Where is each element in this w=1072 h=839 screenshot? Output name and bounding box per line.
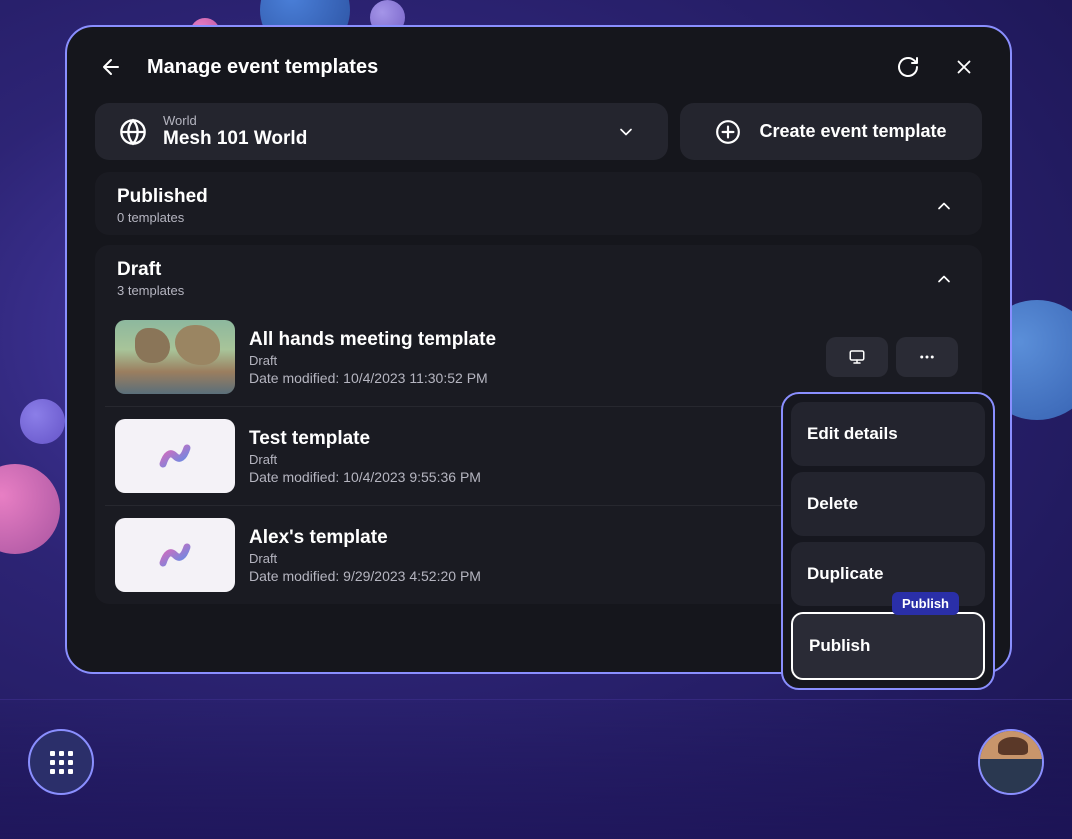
modal-header: Manage event templates xyxy=(95,51,982,103)
draft-title: Draft xyxy=(117,259,934,281)
monitor-icon xyxy=(848,348,866,366)
draft-section-header[interactable]: Draft 3 templates xyxy=(95,245,982,308)
context-menu: Edit details Delete Duplicate Publish Pu… xyxy=(781,392,995,690)
globe-icon xyxy=(117,116,149,148)
template-actions xyxy=(826,337,958,377)
close-button[interactable] xyxy=(950,53,978,81)
world-field-label: World xyxy=(163,113,616,128)
modal-title: Manage event templates xyxy=(147,56,894,79)
top-controls-row: World Mesh 101 World Create event templa… xyxy=(95,103,982,160)
plus-circle-icon xyxy=(715,119,741,145)
world-name: Mesh 101 World xyxy=(163,128,616,150)
published-count: 0 templates xyxy=(117,210,934,225)
bg-decoration xyxy=(20,399,65,444)
chevron-up-icon xyxy=(934,269,954,289)
template-thumbnail xyxy=(115,518,235,592)
manage-templates-modal: Manage event templates World Mesh 101 Wo… xyxy=(65,25,1012,674)
create-button-label: Create event template xyxy=(759,121,946,142)
published-section: Published 0 templates xyxy=(95,172,982,235)
template-thumbnail xyxy=(115,419,235,493)
section-text: Published 0 templates xyxy=(117,186,934,225)
menu-item-label: Publish xyxy=(809,636,870,655)
template-status: Draft xyxy=(249,353,826,368)
mesh-logo-icon xyxy=(153,533,197,577)
template-name: All hands meeting template xyxy=(249,329,826,351)
app-menu-button[interactable] xyxy=(28,729,94,795)
world-text-group: World Mesh 101 World xyxy=(163,113,616,150)
draft-count: 3 templates xyxy=(117,283,934,298)
chevron-up-icon xyxy=(934,196,954,216)
bg-decoration xyxy=(0,699,1072,839)
publish-tooltip: Publish xyxy=(892,592,959,615)
chevron-down-icon xyxy=(616,122,636,142)
menu-item-delete[interactable]: Delete xyxy=(791,472,985,536)
published-title: Published xyxy=(117,186,934,208)
waffle-icon xyxy=(50,751,73,774)
menu-item-publish[interactable]: Publish Publish xyxy=(791,612,985,680)
close-icon xyxy=(953,56,975,78)
published-section-header[interactable]: Published 0 templates xyxy=(95,172,982,235)
arrow-left-icon xyxy=(99,55,123,79)
refresh-icon xyxy=(896,55,920,79)
avatar-icon xyxy=(980,731,1042,793)
refresh-button[interactable] xyxy=(894,53,922,81)
header-actions xyxy=(894,53,978,81)
more-icon xyxy=(918,348,936,366)
menu-item-edit-details[interactable]: Edit details xyxy=(791,402,985,466)
world-selector[interactable]: World Mesh 101 World xyxy=(95,103,668,160)
mesh-logo-icon xyxy=(153,434,197,478)
template-date: Date modified: 10/4/2023 11:30:52 PM xyxy=(249,370,826,386)
create-template-button[interactable]: Create event template xyxy=(680,103,982,160)
template-more-button[interactable] xyxy=(896,337,958,377)
template-info: All hands meeting template Draft Date mo… xyxy=(249,329,826,386)
back-button[interactable] xyxy=(95,51,127,83)
bg-decoration xyxy=(0,464,60,554)
avatar-button[interactable] xyxy=(978,729,1044,795)
section-text: Draft 3 templates xyxy=(117,259,934,298)
template-thumbnail xyxy=(115,320,235,394)
template-customize-button[interactable] xyxy=(826,337,888,377)
